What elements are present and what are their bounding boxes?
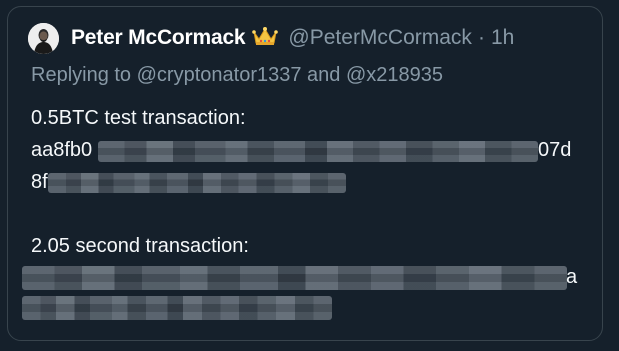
handle[interactable]: @PeterMcCormack: [288, 26, 472, 50]
tweet-text-line-4: 2.05 second transaction:: [31, 235, 249, 257]
timestamp[interactable]: 1h: [491, 26, 514, 50]
tweet-text-line-5-end: a: [566, 266, 578, 288]
display-name[interactable]: Peter McCormack: [71, 26, 246, 50]
avatar[interactable]: [28, 23, 59, 54]
tweet-text-line-2-start: aa8fb0: [31, 139, 93, 161]
reply-context: Replying to @cryptonator1337 and @x21893…: [31, 64, 443, 87]
tweet-text-line-2-end: 07d: [538, 139, 572, 161]
tweet-text-line-1: 0.5BTC test transaction:: [31, 107, 246, 129]
redacted-block: [98, 141, 538, 162]
separator: ·: [477, 26, 485, 49]
reply-prefix: Replying to: [31, 64, 132, 86]
tweet-text-line-3-start: 8f: [31, 171, 48, 193]
redacted-block: [22, 296, 332, 320]
reply-and: and: [307, 64, 341, 86]
reply-mention-2[interactable]: @x218935: [346, 64, 443, 86]
reply-mention-1[interactable]: @cryptonator1337: [137, 64, 302, 86]
crown-icon: [252, 26, 279, 51]
redacted-block: [48, 173, 346, 193]
tweet-header: Peter McCormack @PeterMcCormack · 1h: [71, 23, 514, 53]
redacted-block: [22, 266, 567, 290]
